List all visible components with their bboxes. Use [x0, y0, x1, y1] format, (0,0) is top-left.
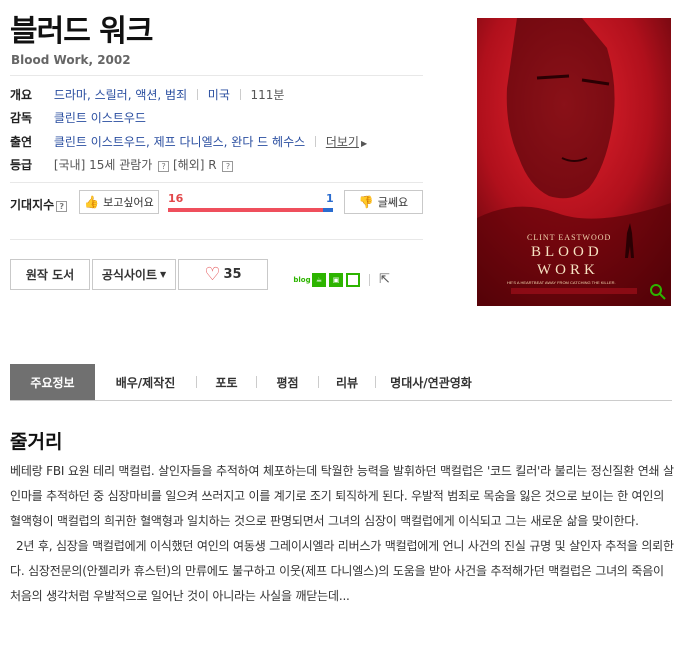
blog-icon[interactable]: blog	[293, 272, 311, 287]
tab-bar: 주요정보 배우/제작진 포토 평점 리뷰 명대사/연관영화	[10, 364, 672, 401]
divider	[10, 239, 423, 240]
book-icon[interactable]	[346, 272, 360, 287]
cast-link[interactable]: 클린트 이스트우드, 제프 다니엘스, 완다 드 헤수스	[54, 135, 305, 149]
dislike-button[interactable]: 👎 글쎄요	[344, 190, 423, 214]
want-count: 16	[168, 192, 184, 205]
tab-quotes-related[interactable]: 명대사/연관영화	[376, 364, 486, 400]
synopsis-paragraph: 2년 후, 심장을 맥컬럽에게 이식했던 여인의 여동생 그레이시엘라 리버스가…	[10, 539, 674, 603]
separator	[314, 136, 316, 147]
tab-cast-crew[interactable]: 배우/제작진	[95, 364, 196, 400]
movie-subtitle: Blood Work, 2002	[11, 53, 131, 67]
band-icon[interactable]: ▣	[329, 272, 343, 287]
poster-title-1: BLOOD	[531, 244, 603, 260]
tab-photo[interactable]: 포토	[197, 364, 256, 400]
want-label: 보고싶어요	[103, 196, 154, 209]
divider	[10, 75, 423, 76]
rating-foreign: [해외] R	[173, 158, 217, 172]
official-site-label: 공식사이트	[101, 268, 158, 282]
director-label: 감독	[10, 111, 33, 125]
divider	[10, 182, 423, 183]
cast-more-link[interactable]: 더보기	[326, 135, 359, 149]
runtime: 111분	[250, 88, 285, 102]
country-link[interactable]: 미국	[208, 88, 230, 102]
separator	[196, 89, 198, 100]
synopsis-title: 줄거리	[10, 431, 63, 453]
official-site-button[interactable]: 공식사이트 ▼	[92, 259, 176, 290]
dislike-count: 1	[326, 192, 334, 205]
expectation-bar	[168, 208, 333, 212]
director-link[interactable]: 클린트 이스트우드	[54, 111, 146, 125]
separator	[239, 89, 241, 100]
rating-domestic: [국내] 15세 관람가	[53, 158, 153, 172]
info-overview-row: 개요 드라마, 스릴러, 액션, 범죄 미국 111분	[10, 87, 284, 103]
tab-ratings[interactable]: 평점	[257, 364, 318, 400]
info-cast-row: 출연 클린트 이스트우드, 제프 다니엘스, 완다 드 헤수스 더보기 ▶	[10, 134, 367, 152]
overview-label: 개요	[10, 88, 33, 102]
tab-main-info[interactable]: 주요정보	[10, 364, 95, 400]
heart-icon: ♡	[204, 263, 221, 285]
movie-title: 블러드 워크	[10, 14, 153, 49]
triangle-right-icon: ▶	[360, 139, 368, 148]
like-button[interactable]: ♡ 35	[178, 259, 268, 290]
expectation-label-text: 기대지수	[10, 198, 55, 212]
poster-tagline: HE'S A HEARTBEAT AWAY FROM CATCHING THE …	[507, 280, 616, 285]
help-icon[interactable]: ?	[222, 161, 234, 172]
dislike-label: 글쎄요	[377, 196, 409, 209]
synopsis-paragraph: 베테랑 FBI 요원 테리 맥컬럽. 살인자들을 추적하여 체포하는데 탁월한 …	[10, 464, 674, 528]
thumb-down-icon: 👎	[358, 195, 374, 209]
poster-credit: CLINT EASTWOOD	[527, 233, 611, 242]
expectation-label: 기대지수?	[10, 196, 68, 213]
help-icon[interactable]: ?	[158, 161, 170, 172]
caret-down-icon: ▼	[160, 270, 167, 279]
want-to-see-button[interactable]: 👍 보고싶어요	[79, 190, 159, 214]
tab-reviews[interactable]: 리뷰	[319, 364, 375, 400]
movie-poster[interactable]: CLINT EASTWOOD BLOOD WORK HE'S A HEARTBE…	[477, 18, 671, 306]
original-book-button[interactable]: 원작 도서	[10, 259, 90, 290]
rating-label: 등급	[10, 158, 33, 172]
info-director-row: 감독 클린트 이스트우드	[10, 110, 146, 126]
info-rating-row: 등급 [국내] 15세 관람가 ? [해외] R ?	[10, 157, 234, 173]
separator	[369, 273, 370, 286]
more-label: 더보기	[325, 135, 359, 149]
help-icon[interactable]: ?	[56, 201, 68, 212]
genres-link[interactable]: 드라마, 스릴러, 액션, 범죄	[54, 88, 187, 102]
like-count: 35	[223, 267, 242, 282]
cast-label: 출연	[10, 135, 33, 149]
share-icon[interactable]: ⇱	[379, 272, 390, 287]
cafe-icon[interactable]: ☕	[312, 272, 326, 287]
thumb-up-icon: 👍	[84, 195, 100, 209]
poster-title-2: WORK	[537, 262, 599, 278]
expectation-bar-fill	[168, 208, 324, 212]
synopsis-body: 베테랑 FBI 요원 테리 맥컬럽. 살인자들을 추적하여 체포하는데 탁월한 …	[10, 459, 674, 609]
share-icons: blog ☕ ▣ ⇱	[293, 272, 390, 287]
